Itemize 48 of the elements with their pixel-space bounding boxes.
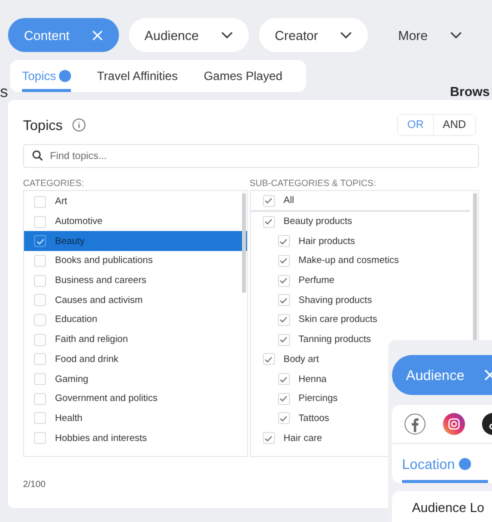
topic-label: Henna (298, 374, 327, 385)
category-label[interactable]: Business and careers (55, 275, 146, 286)
topic-label: Make-up and cosmetics (298, 255, 399, 266)
chevron-down-icon (450, 31, 462, 39)
subcategories-label: SUB-CATEGORIES & TOPICS: (250, 178, 378, 190)
instagram-icon[interactable] (443, 413, 465, 435)
topic-label: Shaving products (298, 294, 372, 306)
category-label[interactable]: Education (55, 314, 98, 326)
panel-title: Topics (23, 117, 63, 133)
category-label[interactable]: Causes and activism (55, 294, 143, 306)
category-label[interactable]: Books and publications (55, 255, 153, 266)
categories-label: CATEGORIES: (23, 178, 85, 190)
filter-chip[interactable]: More (388, 18, 472, 52)
topic-label: Piercings (298, 393, 338, 404)
topic-label: Tattoos (298, 412, 330, 424)
topic-label: Hair products (298, 236, 356, 247)
category-label[interactable]: Health (55, 412, 82, 424)
category-label[interactable]: Art (55, 196, 68, 208)
category-label[interactable]: Gaming (55, 374, 88, 385)
subcategory-label: All (284, 195, 294, 206)
topic-label: Tanning products (298, 334, 371, 346)
facebook-icon[interactable] (404, 413, 426, 435)
search-field[interactable]: Find topics... (23, 144, 479, 168)
checkbox[interactable] (34, 235, 46, 248)
selection-count: 2/100 (23, 479, 47, 489)
subcategory-label: Hair care (284, 432, 322, 444)
logic-option[interactable]: AND (432, 115, 475, 135)
search-icon (32, 150, 43, 161)
topic-label: Skin care products (298, 314, 378, 326)
filter-chip[interactable]: Creator (258, 18, 368, 52)
category-label[interactable]: Faith and religion (55, 334, 128, 346)
subcategory-label: Body art (284, 354, 319, 365)
topic-label: Perfume (298, 275, 334, 286)
category-label[interactable]: Food and drink (55, 354, 118, 365)
chevron-down-icon (340, 31, 352, 39)
chevron-down-icon (220, 31, 233, 39)
section-heading: Audience Lo (412, 500, 484, 515)
topic-tab[interactable]: Games Played (204, 60, 282, 92)
filter-chip[interactable]: Audience (128, 18, 249, 52)
tab-label[interactable]: s (0, 84, 8, 102)
browse-heading: Brows (450, 84, 490, 99)
category-label[interactable]: Hobbies and interests (55, 432, 147, 444)
category-label[interactable]: Government and politics (55, 393, 158, 404)
info-icon[interactable] (72, 118, 86, 132)
subcategory-label: Beauty products (284, 216, 352, 228)
category-label[interactable]: Automotive (55, 216, 103, 228)
close-icon[interactable] (92, 30, 103, 40)
topic-tab[interactable]: Travel Affinities (97, 60, 178, 92)
